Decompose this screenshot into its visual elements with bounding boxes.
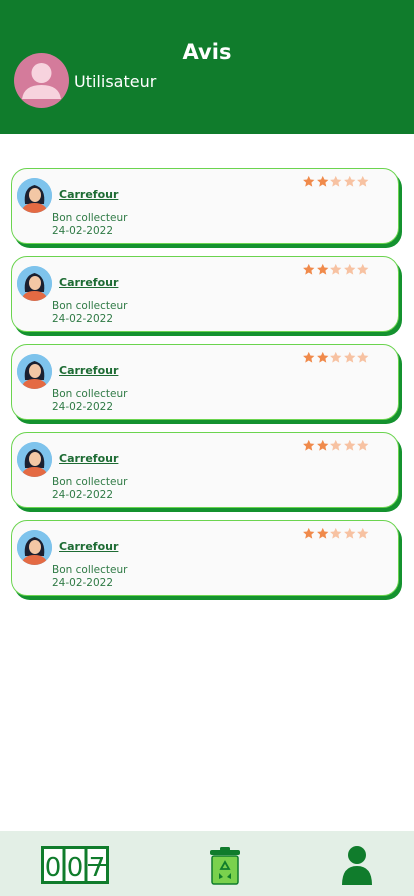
star-filled-icon: [303, 527, 315, 539]
star-filled-icon: [303, 175, 315, 187]
bottom-nav: 0 0 7: [0, 831, 414, 896]
review-comment: Bon collecteur: [52, 476, 128, 488]
star-filled-icon: [316, 439, 328, 451]
star-empty-icon: [343, 527, 355, 539]
review-date: 24-02-2022: [52, 489, 114, 501]
review-date: 24-02-2022: [52, 313, 114, 325]
review-comment: Bon collecteur: [52, 212, 128, 224]
reviewer-avatar: [17, 266, 52, 301]
counter-digit: 0: [45, 853, 62, 883]
star-empty-icon: [357, 439, 369, 451]
star-empty-icon: [330, 263, 342, 275]
review-comment: Bon collecteur: [52, 300, 128, 312]
user-name: Utilisateur: [74, 72, 157, 91]
review-card[interactable]: Carrefour Bon collecteur 24-02-2022: [11, 520, 399, 596]
review-card[interactable]: Carrefour Bon collecteur 24-02-2022: [11, 256, 399, 332]
reviewer-name[interactable]: Carrefour: [59, 452, 118, 465]
review-card[interactable]: Carrefour Bon collecteur 24-02-2022: [11, 168, 399, 244]
woman-avatar-icon: [17, 442, 52, 477]
star-empty-icon: [343, 175, 355, 187]
woman-avatar-icon: [17, 354, 52, 389]
review-comment: Bon collecteur: [52, 388, 128, 400]
star-filled-icon: [303, 263, 315, 275]
star-filled-icon: [303, 439, 315, 451]
star-filled-icon: [316, 527, 328, 539]
counter-digit: 0: [67, 853, 84, 883]
star-empty-icon: [330, 175, 342, 187]
counter-icon[interactable]: 0 0 7: [41, 846, 109, 884]
page-title: Avis: [182, 40, 232, 64]
counter-digit: 7: [89, 853, 106, 883]
review-date: 24-02-2022: [52, 401, 114, 413]
star-empty-icon: [357, 527, 369, 539]
star-empty-icon: [343, 439, 355, 451]
woman-avatar-icon: [17, 178, 52, 213]
reviewer-avatar: [17, 530, 52, 565]
star-empty-icon: [330, 527, 342, 539]
reviewer-name[interactable]: Carrefour: [59, 276, 118, 289]
star-empty-icon: [357, 175, 369, 187]
star-filled-icon: [303, 351, 315, 363]
reviewer-name[interactable]: Carrefour: [59, 188, 118, 201]
star-empty-icon: [330, 439, 342, 451]
counter-display-icon: 0 0 7: [41, 846, 109, 884]
reviewer-avatar: [17, 354, 52, 389]
star-rating: [302, 351, 370, 364]
reviewer-name[interactable]: Carrefour: [59, 364, 118, 377]
user-silhouette-icon: [22, 63, 61, 99]
review-card[interactable]: Carrefour Bon collecteur 24-02-2022: [11, 432, 399, 508]
woman-avatar-icon: [17, 266, 52, 301]
star-filled-icon: [316, 263, 328, 275]
woman-avatar-icon: [17, 530, 52, 565]
star-empty-icon: [357, 351, 369, 363]
star-filled-icon: [316, 175, 328, 187]
reviewer-avatar: [17, 442, 52, 477]
star-empty-icon: [330, 351, 342, 363]
star-empty-icon: [343, 263, 355, 275]
star-rating: [302, 527, 370, 540]
star-rating: [302, 175, 370, 188]
star-empty-icon: [357, 263, 369, 275]
star-filled-icon: [316, 351, 328, 363]
star-empty-icon: [343, 351, 355, 363]
reviewer-name[interactable]: Carrefour: [59, 540, 118, 553]
review-comment: Bon collecteur: [52, 564, 128, 576]
review-card[interactable]: Carrefour Bon collecteur 24-02-2022: [11, 344, 399, 420]
header-bar: Avis Utilisateur: [0, 0, 414, 134]
review-date: 24-02-2022: [52, 225, 114, 237]
reviewer-avatar: [17, 178, 52, 213]
star-rating: [302, 263, 370, 276]
star-rating: [302, 439, 370, 452]
user-avatar[interactable]: [14, 53, 69, 108]
review-date: 24-02-2022: [52, 577, 114, 589]
recycle-bin-icon[interactable]: [208, 845, 242, 885]
person-icon[interactable]: [340, 845, 374, 885]
